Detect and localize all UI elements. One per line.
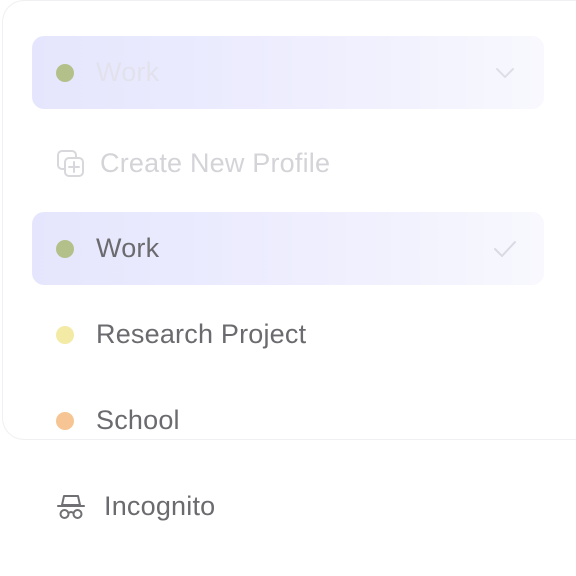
menu-item-research-project[interactable]: Research Project — [32, 298, 544, 371]
incognito-icon — [54, 490, 88, 524]
add-profile-icon — [54, 147, 88, 181]
checkmark-icon — [492, 236, 518, 262]
profile-dropdown[interactable]: Work — [32, 36, 544, 109]
profile-switcher-panel: Work Create New Profile Work Research Pr… — [0, 0, 576, 576]
menu-item-school[interactable]: School — [32, 384, 544, 457]
menu-item-label: School — [96, 405, 180, 435]
menu-item-label: Incognito — [104, 491, 216, 521]
profile-color-dot — [56, 411, 74, 430]
profile-color-dot — [56, 63, 74, 82]
create-new-profile-label: Create New Profile — [100, 148, 331, 178]
profile-color-dot — [56, 239, 74, 258]
create-new-profile-item[interactable]: Create New Profile — [32, 127, 544, 200]
profile-color-dot — [56, 325, 74, 344]
dropdown-selected-label: Work — [96, 57, 160, 87]
menu-item-label: Research Project — [96, 319, 307, 349]
menu-item-incognito[interactable]: Incognito — [32, 470, 544, 543]
chevron-down-icon[interactable] — [492, 60, 518, 86]
menu-item-label: Work — [96, 233, 160, 263]
menu-item-work[interactable]: Work — [32, 212, 544, 285]
